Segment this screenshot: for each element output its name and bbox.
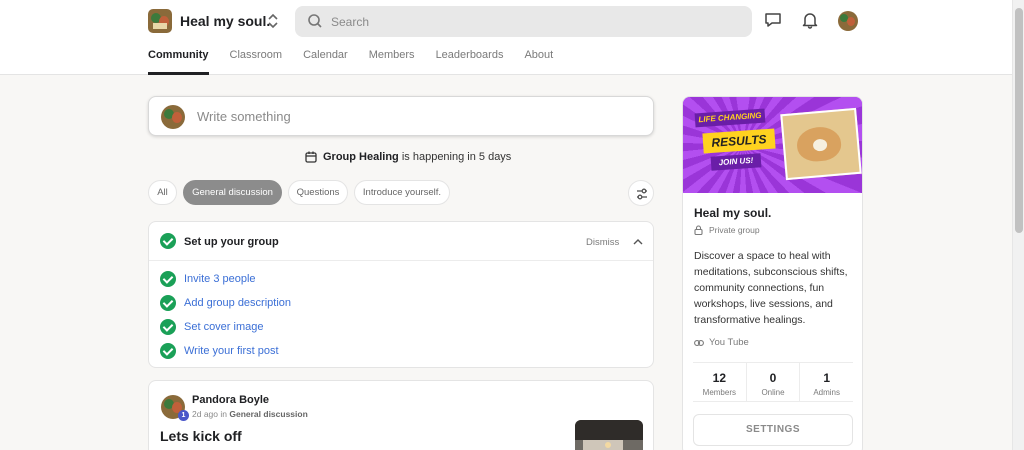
privacy-status: Private group <box>694 225 760 235</box>
search-input[interactable] <box>331 12 731 31</box>
group-logo[interactable] <box>148 9 172 33</box>
filter-chip-general-discussion[interactable]: General discussion <box>183 180 282 205</box>
tab-calendar[interactable]: Calendar <box>303 49 348 75</box>
post-card[interactable]: 1 Pandora Boyle 2d ago in General discus… <box>148 380 654 450</box>
composer-placeholder[interactable]: Write something <box>197 109 291 124</box>
setup-header[interactable]: Set up your group Dismiss <box>149 222 653 261</box>
stat-label: Admins <box>813 388 841 397</box>
stat-value: 12 <box>712 371 727 385</box>
group-link-label[interactable]: You Tube <box>709 337 749 348</box>
post-time: 2d ago in <box>192 409 227 419</box>
stat-members[interactable]: 12 Members <box>693 363 747 401</box>
task-add-description[interactable]: Add group description <box>184 297 291 309</box>
chevron-up-icon[interactable] <box>633 237 643 247</box>
event-name[interactable]: Group Healing <box>323 151 399 163</box>
tab-leaderboards[interactable]: Leaderboards <box>436 49 504 75</box>
setup-title: Set up your group <box>184 236 279 248</box>
chat-icon[interactable] <box>764 11 782 29</box>
sliders-icon <box>637 188 647 200</box>
user-avatar[interactable] <box>838 11 858 31</box>
tab-classroom[interactable]: Classroom <box>230 49 283 75</box>
link-icon <box>694 339 704 346</box>
page-scrollbar[interactable] <box>1012 0 1024 450</box>
post-thumbnail[interactable] <box>575 420 643 450</box>
group-cover-banner: LIFE CHANGING RESULTS JOIN US! <box>683 97 862 193</box>
search-icon <box>308 14 322 28</box>
filter-chip-introduce-yourself[interactable]: Introduce yourself. <box>354 180 450 205</box>
post-category[interactable]: General discussion <box>229 409 307 419</box>
privacy-label: Private group <box>709 225 760 235</box>
event-countdown: is happening in 5 days <box>401 151 512 163</box>
stat-label: Online <box>761 388 785 397</box>
group-link[interactable]: You Tube <box>694 337 749 348</box>
nav-tabs: Community Classroom Calendar Members Lea… <box>148 49 574 75</box>
banner-hands-photo <box>780 107 862 181</box>
dismiss-button[interactable]: Dismiss <box>586 237 619 248</box>
lock-icon <box>694 225 703 235</box>
post-title[interactable]: Lets kick off <box>160 428 242 444</box>
stat-value: 0 <box>769 371 777 385</box>
composer-avatar <box>161 105 185 129</box>
stat-admins[interactable]: 1 Admins <box>800 363 853 401</box>
setup-checklist-card: Set up your group Dismiss Invite 3 peopl… <box>148 221 654 368</box>
upcoming-event[interactable]: Group Healing is happening in 5 days <box>305 151 511 163</box>
stat-online[interactable]: 0 Online <box>747 363 801 401</box>
group-description: Discover a space to heal with meditation… <box>694 250 848 326</box>
post-composer[interactable]: Write something <box>148 96 654 136</box>
post-meta: 2d ago in General discussion <box>192 409 308 419</box>
task-invite-people[interactable]: Invite 3 people <box>184 273 256 285</box>
stat-label: Members <box>702 388 736 397</box>
group-stats: 12 Members 0 Online 1 Admins <box>693 362 853 402</box>
tab-about[interactable]: About <box>524 49 553 75</box>
tab-community[interactable]: Community <box>148 49 209 75</box>
sidebar-group-name: Heal my soul. <box>694 206 772 220</box>
group-switcher-icon[interactable] <box>266 12 280 30</box>
calendar-icon <box>305 151 317 163</box>
scrollbar-thumb[interactable] <box>1015 8 1023 233</box>
filter-chip-questions[interactable]: Questions <box>288 180 348 205</box>
group-name[interactable]: Heal my soul. <box>180 13 270 29</box>
search-bar[interactable] <box>295 6 752 37</box>
top-header: Heal my soul. Community Classroom Calend… <box>0 0 1012 75</box>
filter-chip-all[interactable]: All <box>148 180 177 205</box>
filter-settings-button[interactable] <box>628 180 654 206</box>
check-circle-icon <box>160 295 176 311</box>
check-circle-icon <box>160 343 176 359</box>
task-write-first-post[interactable]: Write your first post <box>184 345 279 357</box>
task-set-cover-image[interactable]: Set cover image <box>184 321 263 333</box>
settings-button[interactable]: SETTINGS <box>693 414 853 446</box>
check-circle-icon <box>160 271 176 287</box>
group-info-sidebar: LIFE CHANGING RESULTS JOIN US! Heal my s… <box>682 96 863 450</box>
check-circle-icon <box>160 319 176 335</box>
notification-bell-icon[interactable] <box>801 11 819 29</box>
stat-value: 1 <box>823 371 831 385</box>
check-circle-icon <box>160 233 176 249</box>
tab-members[interactable]: Members <box>369 49 415 75</box>
post-author[interactable]: Pandora Boyle <box>192 394 269 406</box>
level-badge: 1 <box>178 410 189 421</box>
